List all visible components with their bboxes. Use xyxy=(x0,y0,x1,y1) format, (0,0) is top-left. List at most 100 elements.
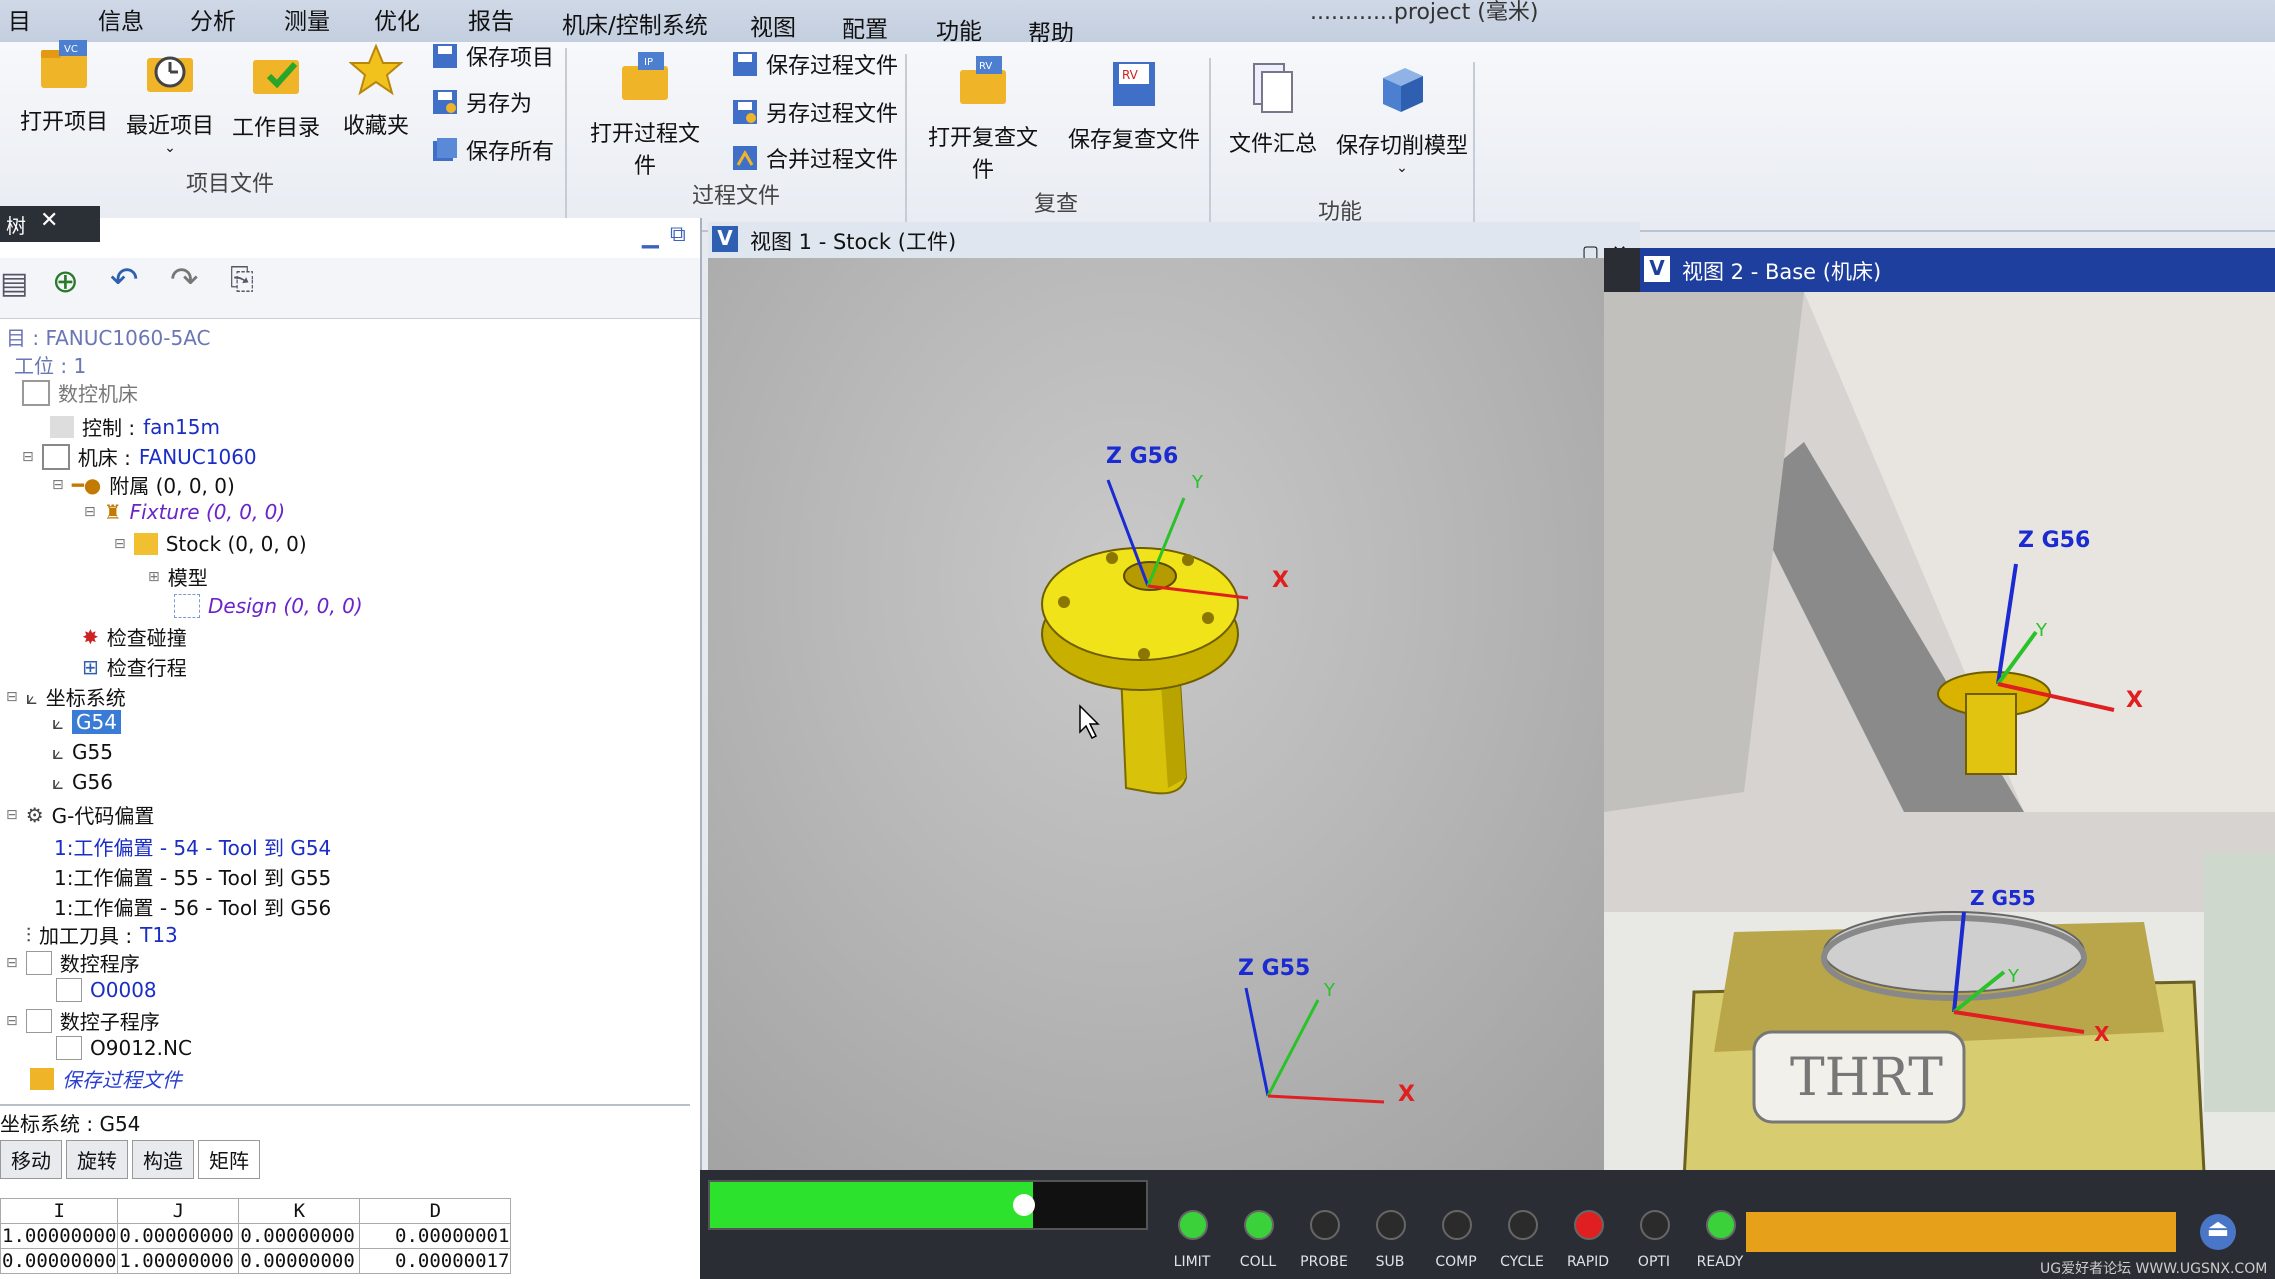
tree-setup[interactable]: 工位 : 1 xyxy=(14,350,86,379)
redo-icon[interactable]: ↷ xyxy=(170,260,199,300)
collapse-icon[interactable]: ⊟ xyxy=(6,807,18,823)
tree-offset-1-label: 1:工作偏置 - 54 - Tool 到 G54 xyxy=(54,836,332,860)
tree-g54[interactable]: ⟀ G54 xyxy=(52,710,121,734)
viewport-2-canvas[interactable]: Z G56 Y X Z G55 Y X THRT xyxy=(1604,292,2275,1180)
collapse-icon[interactable]: ⊟ xyxy=(6,689,18,705)
menu-item-report[interactable]: 报告 xyxy=(468,2,514,36)
eject-icon[interactable]: ⏏ xyxy=(2200,1214,2236,1250)
float-icon[interactable]: ⧉ xyxy=(670,222,686,247)
tab-move[interactable]: 移动 xyxy=(0,1140,62,1179)
open-process-label: 打开过程文件 xyxy=(589,122,700,179)
matrix-cell[interactable]: 0.00000000 xyxy=(0,1248,119,1274)
svg-text:RV: RV xyxy=(979,61,992,72)
collapse-icon[interactable]: ⊟ xyxy=(84,504,96,520)
menu-item-config[interactable]: 配置 xyxy=(842,10,888,44)
save-process-button[interactable]: 保存过程文件 xyxy=(732,48,898,80)
collapse-icon[interactable]: ⊟ xyxy=(6,1013,18,1029)
tree-model[interactable]: ⊞ 模型 xyxy=(148,562,208,591)
matrix-cell[interactable]: 0.00000000 xyxy=(238,1223,361,1249)
expand-icon[interactable]: ⊞ xyxy=(148,569,160,585)
tree-g55[interactable]: ⟀ G55 xyxy=(52,740,113,764)
add-icon[interactable]: ⊕ xyxy=(52,262,79,300)
matrix-cell[interactable]: 0.00000001 xyxy=(359,1223,512,1249)
menu-item-view[interactable]: 视图 xyxy=(750,8,796,42)
axis-label-x: X xyxy=(1272,568,1289,593)
tree-travel[interactable]: ⊞ 检查行程 xyxy=(82,652,187,681)
tree-control[interactable]: 控制 : fan15m xyxy=(50,412,220,441)
collapse-icon[interactable]: ⊟ xyxy=(52,477,64,493)
open-review-button[interactable]: RV 打开复查文件 xyxy=(918,56,1048,184)
tab-construct[interactable]: 构造 xyxy=(132,1140,194,1179)
splitter[interactable] xyxy=(0,1104,690,1106)
viewport-1-titlebar: V 视图 1 - Stock (工件) ▁ ▢ ✕ xyxy=(708,222,1640,265)
save-cut-model-button[interactable]: 保存切削模型 ⌄ xyxy=(1334,64,1470,176)
tree-offset-3[interactable]: 1:工作偏置 - 56 - Tool 到 G56 xyxy=(54,892,331,921)
tab-matrix[interactable]: 矩阵 xyxy=(198,1140,260,1179)
tree-offset-1[interactable]: 1:工作偏置 - 54 - Tool 到 G54 xyxy=(54,832,331,861)
tree-fixture[interactable]: ⊟ ♜ Fixture (0, 0, 0) xyxy=(84,500,285,524)
collapse-icon[interactable]: ⊟ xyxy=(114,536,126,552)
collapse-icon[interactable]: ⊟ xyxy=(6,955,18,971)
tab-rotate[interactable]: 旋转 xyxy=(66,1140,128,1179)
tree-tool[interactable]: ⫶ 加工刀具 : T13 xyxy=(26,920,178,949)
menu-item-project[interactable]: 目 xyxy=(8,2,31,36)
save-as-button[interactable]: 另存为 xyxy=(432,86,532,118)
open-project-label: 打开项目 xyxy=(19,110,108,135)
menu-item-analysis[interactable]: 分析 xyxy=(190,2,236,36)
tree-nc-file[interactable]: O0008 xyxy=(56,978,157,1002)
tree-save-process[interactable]: 保存过程文件 xyxy=(30,1064,182,1093)
minimize-icon[interactable]: ▁ xyxy=(642,224,659,249)
tree-coord-sys[interactable]: ⊟ ⟀ 坐标系统 xyxy=(6,682,126,711)
tree-control-value: fan15m xyxy=(143,414,221,439)
tree-stock[interactable]: ⊟ Stock (0, 0, 0) xyxy=(114,532,307,556)
tree-machine[interactable]: ⊟ 机床 : FANUC1060 xyxy=(22,442,257,471)
axis-label-y: Y xyxy=(2008,966,2019,987)
menu-item-measure[interactable]: 测量 xyxy=(284,2,330,36)
tree-offset-2[interactable]: 1:工作偏置 - 55 - Tool 到 G55 xyxy=(54,862,331,891)
save-all-button[interactable]: 保存所有 xyxy=(432,134,554,166)
close-icon[interactable]: ✕ xyxy=(40,208,58,233)
matrix-header: I xyxy=(0,1198,119,1224)
progress-slider-knob[interactable] xyxy=(1012,1194,1035,1216)
save-process-as-button[interactable]: 另存过程文件 xyxy=(732,96,898,128)
menu-item-function[interactable]: 功能 xyxy=(936,12,982,46)
favorites-button[interactable]: 收藏夹 xyxy=(326,43,426,140)
menu-item-machine-control[interactable]: 机床/控制系统 xyxy=(562,6,708,40)
matrix-cell[interactable]: 0.00000000 xyxy=(238,1248,361,1274)
collapse-icon[interactable]: ⊟ xyxy=(22,449,34,465)
matrix-cell[interactable]: 1.00000000 xyxy=(117,1248,240,1274)
undo-icon[interactable]: ↶ xyxy=(110,260,139,300)
merge-process-button[interactable]: 合并过程文件 xyxy=(732,142,898,174)
menu-item-optimize[interactable]: 优化 xyxy=(374,2,420,36)
recent-project-button[interactable]: 最近项目 ⌄ xyxy=(120,44,220,156)
work-dir-button[interactable]: 工作目录 xyxy=(226,46,326,142)
viewport-1-canvas[interactable]: Z G56 Y X Z G55 Y X xyxy=(708,258,1640,1176)
tree-g56[interactable]: ⟀ G56 xyxy=(52,770,113,794)
matrix-cell[interactable]: 0.00000017 xyxy=(359,1248,512,1274)
tree-nc-program[interactable]: ⊟ 数控程序 xyxy=(6,948,140,977)
folder-check-icon xyxy=(253,60,299,94)
viewport-2-titlebar: V 视图 2 - Base (机床) xyxy=(1640,248,2275,292)
open-project-button[interactable]: VC 打开项目 xyxy=(14,40,114,136)
tree-collision[interactable]: ✸ 检查碰撞 xyxy=(82,622,187,651)
tree-gcode-offsets[interactable]: ⊟ ⚙ G-代码偏置 xyxy=(6,800,154,829)
menu-item-info[interactable]: 信息 xyxy=(98,2,144,36)
tree-attach[interactable]: ⊟ ━● 附属 (0, 0, 0) xyxy=(52,470,235,499)
tree-machine-root[interactable]: 数控机床 xyxy=(22,378,138,407)
properties-icon[interactable]: ⎘ xyxy=(230,262,254,297)
tree-subprogram[interactable]: ⊟ 数控子程序 xyxy=(6,1006,160,1035)
matrix-cell[interactable]: 1.00000000 xyxy=(0,1223,119,1249)
table-row: 1.00000000 0.00000000 0.00000000 0.00000… xyxy=(0,1223,512,1249)
list-icon[interactable]: ▤ xyxy=(0,266,28,301)
save-review-button[interactable]: RV 保存复查文件 xyxy=(1066,58,1202,154)
open-process-button[interactable]: IP 打开过程文件 xyxy=(580,52,710,180)
matrix-cell[interactable]: 0.00000000 xyxy=(117,1223,240,1249)
panel-tab[interactable]: 树 ✕ xyxy=(0,206,100,242)
save-project-button[interactable]: 保存项目 xyxy=(432,40,554,72)
tree-sub-file[interactable]: O9012.NC xyxy=(56,1036,192,1060)
machine-icon xyxy=(41,443,70,470)
tree-design[interactable]: Design (0, 0, 0) xyxy=(174,594,363,618)
save-icon xyxy=(433,44,457,68)
tree-project[interactable]: 目 : FANUC1060-5AC xyxy=(6,322,211,351)
file-summary-button[interactable]: 文件汇总 xyxy=(1218,62,1328,158)
